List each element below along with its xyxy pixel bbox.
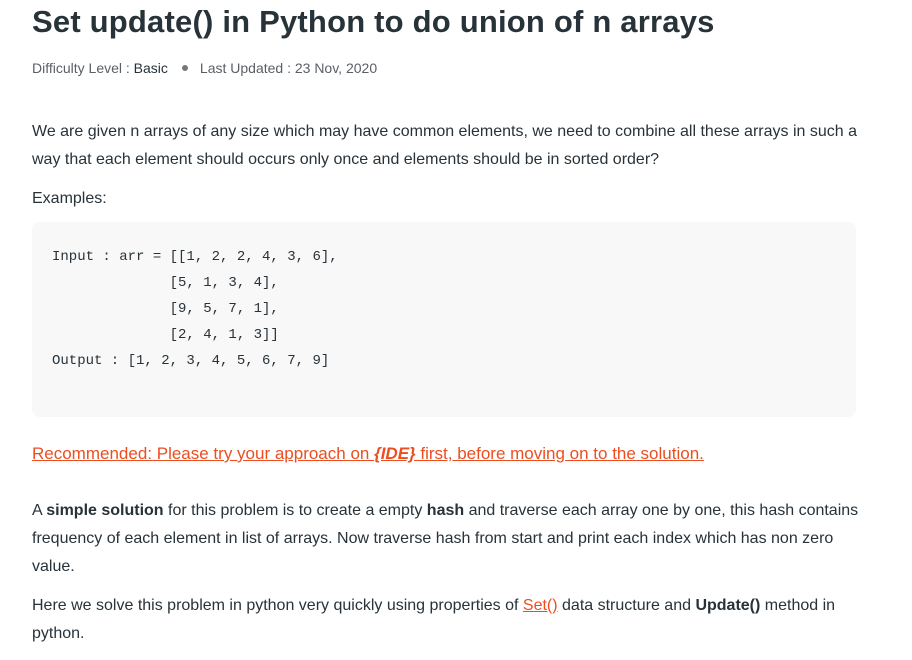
last-updated: Last Updated : 23 Nov, 2020 [199,60,378,76]
separator-dot [181,65,188,72]
examples-label: Examples: [32,190,107,207]
recommended-link[interactable]: Recommended: Please try your approach on… [32,444,704,463]
ide-link-text: {IDE} [374,444,416,463]
solution-paragraph: A simple solution for this problem is to… [32,502,859,575]
difficulty-label: Difficulty Level : [32,60,134,76]
code-block: Input : arr = [[1, 2, 2, 4, 3, 6], [5, 1… [32,222,856,417]
code-text: Input : arr = [[1, 2, 2, 4, 3, 6], [5, 1… [52,249,338,369]
recommended-text-end: first, before moving on to the solution. [415,444,704,463]
recommended-banner: Recommended: Please try your approach on… [32,444,704,464]
intro-paragraph: We are given n arrays of any size which … [32,123,857,168]
article-meta: Difficulty Level : Basic Last Updated : 2… [32,60,377,76]
method-paragraph: Here we solve this problem in python ver… [32,597,836,642]
page-title: Set update() in Python to do union of n … [32,4,715,39]
set-link[interactable]: Set() [523,597,558,614]
difficulty-value: Basic [133,60,168,76]
recommended-text: Recommended: Please try your approach on [32,444,375,463]
